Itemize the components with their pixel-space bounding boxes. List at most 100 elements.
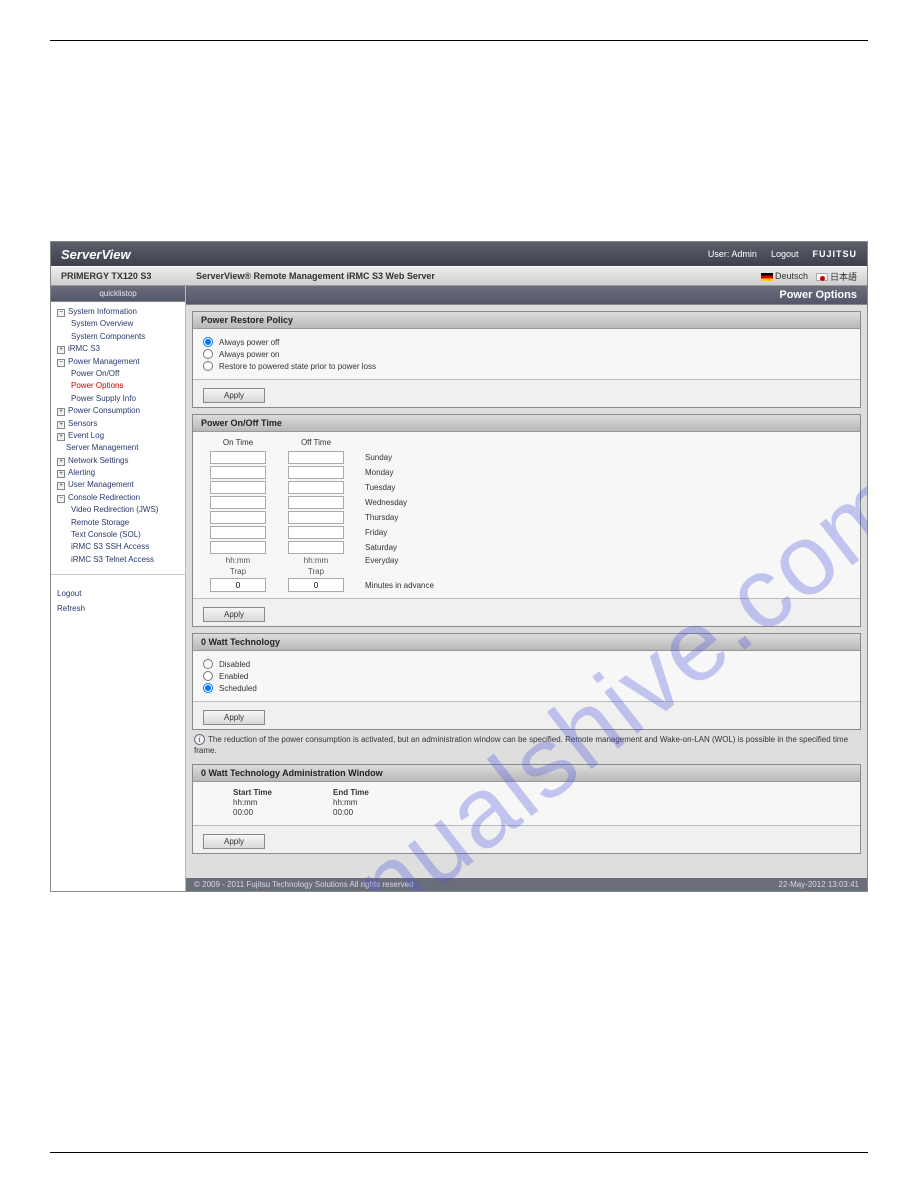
nav-network[interactable]: +Network Settings: [57, 455, 179, 467]
info-note: iThe reduction of the power consumption …: [186, 730, 867, 758]
panel-header-schedule: Power On/Off Time: [193, 415, 860, 432]
expand-icon[interactable]: +: [57, 408, 65, 416]
on-time-sunday[interactable]: [210, 451, 266, 464]
panel-header-admin: 0 Watt Technology Administration Window: [193, 765, 860, 782]
label-watt-scheduled: Scheduled: [219, 684, 257, 693]
off-time-wednesday[interactable]: [288, 496, 344, 509]
apply-admin-button[interactable]: Apply: [203, 834, 265, 849]
start-value: 00:00: [233, 808, 313, 817]
nav-power-supply[interactable]: Power Supply Info: [57, 393, 179, 405]
on-time-saturday[interactable]: [210, 541, 266, 554]
off-time-friday[interactable]: [288, 526, 344, 539]
on-time-thursday[interactable]: [210, 511, 266, 524]
brand-logo: ServerView: [61, 247, 708, 262]
radio-watt-scheduled[interactable]: [203, 683, 213, 693]
nav-console[interactable]: −Console Redirection: [57, 492, 179, 504]
nav-tree: −System Information System Overview Syst…: [51, 302, 185, 570]
off-time-thursday[interactable]: [288, 511, 344, 524]
nav-alerting[interactable]: +Alerting: [57, 467, 179, 479]
nav-remote-storage[interactable]: Remote Storage: [57, 517, 179, 529]
off-time-tuesday[interactable]: [288, 481, 344, 494]
nav-sensors[interactable]: +Sensors: [57, 418, 179, 430]
trap-off-input[interactable]: [288, 578, 344, 592]
nav-system-overview[interactable]: System Overview: [57, 318, 179, 330]
nav-irmc-s3[interactable]: +iRMC S3: [57, 343, 179, 355]
nav-system-components[interactable]: System Components: [57, 331, 179, 343]
info-icon: i: [194, 734, 205, 745]
nav-power-options[interactable]: Power Options: [57, 380, 179, 392]
sub-bar: PRIMERGY TX120 S3 ServerView® Remote Man…: [51, 266, 867, 286]
nav-power-management[interactable]: −Power Management: [57, 356, 179, 368]
server-name: PRIMERGY TX120 S3: [61, 271, 196, 281]
day-label: Wednesday: [359, 498, 850, 507]
top-rule: [50, 40, 868, 41]
sidebar: quicklistop −System Information System O…: [51, 286, 186, 891]
label-restore: Restore to powered state prior to power …: [219, 362, 376, 371]
sidebar-refresh[interactable]: Refresh: [57, 604, 179, 613]
lang-de[interactable]: Deutsch: [761, 271, 808, 281]
day-label: Friday: [359, 528, 850, 537]
on-time-friday[interactable]: [210, 526, 266, 539]
radio-always-on[interactable]: [203, 349, 213, 359]
day-label: Monday: [359, 468, 850, 477]
expand-icon[interactable]: +: [57, 421, 65, 429]
content-area: Power Options Power Restore Policy Alway…: [186, 286, 867, 891]
nav-text-console[interactable]: Text Console (SOL): [57, 529, 179, 541]
nav-telnet-access[interactable]: iRMC S3 Telnet Access: [57, 554, 179, 566]
label-watt-enabled: Enabled: [219, 672, 248, 681]
panel-schedule: Power On/Off Time On Time Off Time Sunda…: [192, 414, 861, 627]
flag-de-icon: [761, 273, 773, 281]
collapse-icon[interactable]: −: [57, 359, 65, 367]
flag-jp-icon: [816, 273, 828, 281]
logout-link[interactable]: Logout: [771, 249, 799, 259]
on-time-wednesday[interactable]: [210, 496, 266, 509]
trap-label-off: Trap: [281, 567, 351, 576]
day-label: Sunday: [359, 453, 850, 462]
radio-restore[interactable]: [203, 361, 213, 371]
nav-server-management[interactable]: Server Management: [57, 442, 179, 454]
info-text: The reduction of the power consumption i…: [194, 735, 848, 755]
off-time-saturday[interactable]: [288, 541, 344, 554]
hint-off: hh:mm: [281, 556, 351, 565]
radio-watt-enabled[interactable]: [203, 671, 213, 681]
panel-restore-policy: Power Restore Policy Always power off Al…: [192, 311, 861, 408]
lang-jp[interactable]: 日本語: [816, 270, 857, 283]
day-label: Saturday: [359, 543, 850, 552]
on-time-tuesday[interactable]: [210, 481, 266, 494]
nav-system-information[interactable]: −System Information: [57, 306, 179, 318]
expand-icon[interactable]: +: [57, 458, 65, 466]
bottom-rule: [50, 1152, 868, 1153]
day-label: Tuesday: [359, 483, 850, 492]
off-time-monday[interactable]: [288, 466, 344, 479]
screenshot-container: ServerView User: Admin Logout FUJITSU PR…: [50, 241, 868, 892]
nav-user-management[interactable]: +User Management: [57, 479, 179, 491]
footer-bar: © 2009 - 2011 Fujitsu Technology Solutio…: [186, 878, 867, 891]
sidebar-header: quicklistop: [51, 286, 185, 302]
trap-on-input[interactable]: [210, 578, 266, 592]
expand-icon[interactable]: +: [57, 346, 65, 354]
radio-always-off[interactable]: [203, 337, 213, 347]
footer-datetime: 22-May-2012 13:03:41: [779, 880, 860, 889]
apply-schedule-button[interactable]: Apply: [203, 607, 265, 622]
collapse-icon[interactable]: −: [57, 309, 65, 317]
nav-video-redirection[interactable]: Video Redirection (JWS): [57, 504, 179, 516]
expand-icon[interactable]: +: [57, 433, 65, 441]
expand-icon[interactable]: +: [57, 482, 65, 490]
nav-power-consumption[interactable]: +Power Consumption: [57, 405, 179, 417]
off-time-sunday[interactable]: [288, 451, 344, 464]
apply-restore-button[interactable]: Apply: [203, 388, 265, 403]
on-time-monday[interactable]: [210, 466, 266, 479]
brand-text: ServerView: [61, 247, 131, 262]
collapse-icon[interactable]: −: [57, 495, 65, 503]
sidebar-logout[interactable]: Logout: [57, 589, 179, 598]
expand-icon[interactable]: +: [57, 470, 65, 478]
apply-watt-button[interactable]: Apply: [203, 710, 265, 725]
nav-ssh-access[interactable]: iRMC S3 SSH Access: [57, 541, 179, 553]
nav-event-log[interactable]: +Event Log: [57, 430, 179, 442]
radio-watt-disabled[interactable]: [203, 659, 213, 669]
nav-power-onoff[interactable]: Power On/Off: [57, 368, 179, 380]
start-hint: hh:mm: [233, 798, 313, 807]
label-always-off: Always power off: [219, 338, 279, 347]
panel-header-restore: Power Restore Policy: [193, 312, 860, 329]
page-subtitle: ServerView® Remote Management iRMC S3 We…: [196, 271, 761, 281]
